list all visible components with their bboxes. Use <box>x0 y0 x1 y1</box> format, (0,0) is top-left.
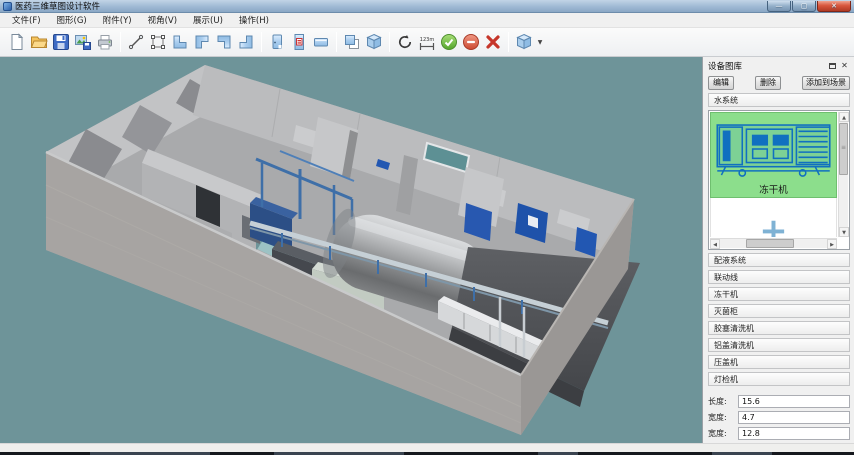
menu-view-angle[interactable]: 视角(V) <box>140 13 185 27</box>
measure-label: 123m <box>420 37 435 43</box>
length-label: 长度: <box>708 396 738 407</box>
menu-file[interactable]: 文件(F) <box>4 13 49 27</box>
cube-tool-icon[interactable] <box>363 30 385 54</box>
application-window: 医药三维草图设计软件 — ▢ ✕ 文件(F) 图形(G) 附件(Y) 视角(V)… <box>0 0 854 455</box>
menu-bar: 文件(F) 图形(G) 附件(Y) 视角(V) 展示(U) 操作(H) <box>0 13 854 28</box>
line-tool-icon[interactable] <box>125 30 147 54</box>
toolbar-separator <box>508 32 509 52</box>
title-bar: 医药三维草图设计软件 — ▢ ✕ <box>0 0 854 13</box>
open-file-icon[interactable] <box>28 30 50 54</box>
copy-icon[interactable] <box>341 30 363 54</box>
library-vertical-scrollbar[interactable]: ▲ ▼ <box>838 112 848 237</box>
library-add-tile[interactable]: + <box>710 198 837 237</box>
app-icon <box>3 2 12 11</box>
vertical-scroll-thumb[interactable] <box>839 123 848 175</box>
scroll-left-arrow[interactable]: ◀ <box>710 239 720 249</box>
print-icon[interactable] <box>94 30 116 54</box>
equipment-library-panel: 设备图库 ✕ 编辑 删除 添加到场景 水系统 <box>702 57 854 443</box>
minimize-button[interactable]: — <box>767 1 791 12</box>
category-sterilizer[interactable]: 灭菌柜 <box>708 304 850 318</box>
edit-button[interactable]: 编辑 <box>708 76 734 90</box>
width2-input[interactable] <box>738 427 850 440</box>
width-label: 宽度: <box>708 412 738 423</box>
wall-corner-4-icon[interactable] <box>235 30 257 54</box>
toolbar-separator <box>389 32 390 52</box>
horizontal-scroll-thumb[interactable] <box>746 239 794 248</box>
freeze-dryer-cad-drawing <box>711 113 836 185</box>
width2-label: 宽度: <box>708 428 738 439</box>
panel-header: 设备图库 ✕ <box>708 59 850 72</box>
panel-button-row: 编辑 删除 添加到场景 <box>708 76 850 90</box>
new-file-icon[interactable] <box>6 30 28 54</box>
category-light-inspector[interactable]: 灯检机 <box>708 372 850 386</box>
add-to-scene-button[interactable]: 添加到场景 <box>802 76 850 90</box>
scroll-up-arrow[interactable]: ▲ <box>839 112 849 122</box>
category-water-system[interactable]: 水系统 <box>708 93 850 107</box>
panel-float-icon[interactable] <box>827 60 838 71</box>
view-mode-cube-icon[interactable] <box>513 30 535 54</box>
scroll-down-arrow[interactable]: ▼ <box>839 227 849 237</box>
plus-icon: + <box>759 216 788 238</box>
length-input[interactable] <box>738 395 850 408</box>
delete-button[interactable]: 删除 <box>755 76 781 90</box>
confirm-icon[interactable] <box>438 30 460 54</box>
category-capping-machine[interactable]: 压盖机 <box>708 355 850 369</box>
panel-close-icon[interactable]: ✕ <box>839 60 850 71</box>
export-image-icon[interactable] <box>72 30 94 54</box>
scroll-right-arrow[interactable]: ▶ <box>827 239 837 249</box>
measure-tool-icon[interactable]: 123m <box>416 30 438 54</box>
category-stopper-washer[interactable]: 胶塞清洗机 <box>708 321 850 335</box>
3d-viewport[interactable] <box>0 57 702 443</box>
library-horizontal-scrollbar[interactable]: ◀ ▶ <box>710 238 837 248</box>
remove-icon[interactable] <box>460 30 482 54</box>
status-bar <box>0 443 854 452</box>
dimension-fields: 长度: 宽度: 宽度: <box>708 392 850 440</box>
menu-display[interactable]: 展示(U) <box>185 13 231 27</box>
menu-attachments[interactable]: 附件(Y) <box>95 13 140 27</box>
width-input[interactable] <box>738 411 850 424</box>
safety-door-tool-icon[interactable] <box>288 30 310 54</box>
3d-scene <box>0 57 702 443</box>
window-title: 医药三维草图设计软件 <box>15 0 100 12</box>
menu-operations[interactable]: 操作(H) <box>231 13 277 27</box>
toolbar-separator <box>336 32 337 52</box>
library-item-freeze-dryer[interactable]: 冻干机 <box>710 112 837 198</box>
cancel-icon[interactable] <box>482 30 504 54</box>
close-button[interactable]: ✕ <box>817 1 851 12</box>
panel-title: 设备图库 <box>708 60 742 72</box>
library-item-label: 冻干机 <box>711 182 836 196</box>
equipment-library-box: 冻干机 + ▲ ▼ ◀ ▶ <box>708 110 850 250</box>
menu-graphics[interactable]: 图形(G) <box>49 13 95 27</box>
save-icon[interactable] <box>50 30 72 54</box>
wall-corner-2-icon[interactable] <box>191 30 213 54</box>
view-mode-dropdown-arrow[interactable]: ▼ <box>536 39 544 46</box>
category-cap-washer[interactable]: 铝盖清洗机 <box>708 338 850 352</box>
maximize-button[interactable]: ▢ <box>792 1 816 12</box>
window-tool-icon[interactable] <box>310 30 332 54</box>
wall-corner-3-icon[interactable] <box>213 30 235 54</box>
category-freeze-dryer[interactable]: 冻干机 <box>708 287 850 301</box>
wall-corner-1-icon[interactable] <box>169 30 191 54</box>
select-rect-icon[interactable] <box>147 30 169 54</box>
category-linkage-line[interactable]: 联动线 <box>708 270 850 284</box>
toolbar-separator <box>120 32 121 52</box>
toolbar-separator <box>261 32 262 52</box>
toolbar: 123m ▼ <box>0 28 854 57</box>
category-liquid-prep[interactable]: 配液系统 <box>708 253 850 267</box>
rotate-view-icon[interactable] <box>394 30 416 54</box>
door-tool-icon[interactable] <box>266 30 288 54</box>
